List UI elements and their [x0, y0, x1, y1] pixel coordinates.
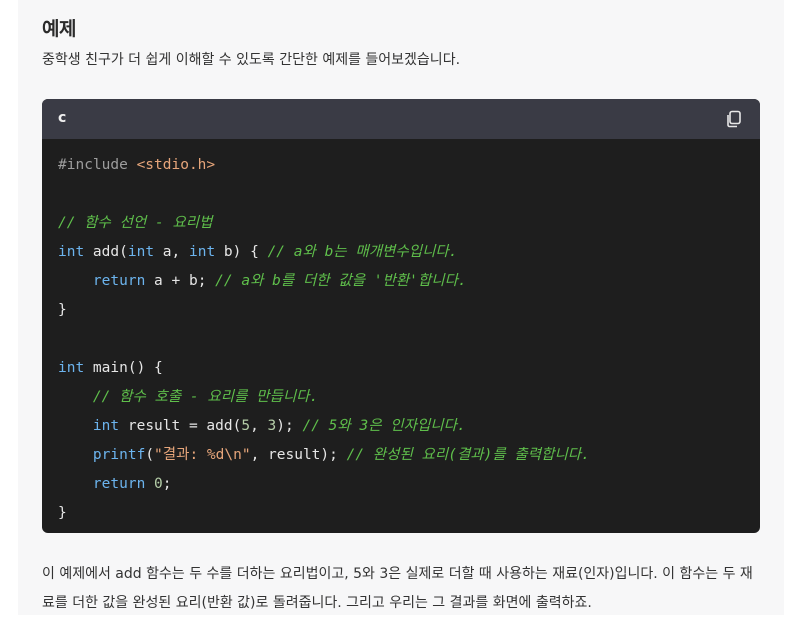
code-block: c #include <stdio.h> // 함수 선언 - 요리법 int a… — [42, 99, 760, 533]
code-token: return — [92, 476, 146, 492]
code-token: // 5와 3은 인자입니다. — [302, 418, 466, 434]
code-token: 3 — [267, 418, 277, 434]
code-token: } — [58, 505, 67, 521]
code-token: a, — [154, 244, 189, 260]
code-header: c — [42, 99, 760, 139]
code-token: // a와 b는 매개변수입니다. — [267, 244, 458, 260]
code-token: } — [58, 302, 67, 318]
code-line: return a + b; // a와 b를 더한 값을 '반환'합니다. — [58, 267, 760, 296]
code-line: #include <stdio.h> — [58, 151, 760, 180]
code-token: ); — [276, 418, 303, 434]
code-line: } — [58, 499, 760, 528]
code-token: a + b; — [145, 273, 216, 289]
code-line: return 0; — [58, 470, 760, 499]
code-line: int result = add(5, 3); // 5와 3은 인자입니다. — [58, 412, 760, 441]
code-token: int — [188, 244, 216, 260]
code-token: // a와 b를 더한 값을 '반환'합니다. — [215, 273, 467, 289]
intro-text: 중학생 친구가 더 쉽게 이해할 수 있도록 간단한 예제를 들어보겠습니다. — [42, 52, 461, 68]
code-token: int — [58, 360, 85, 376]
code-content: #include <stdio.h> // 함수 선언 - 요리법 int add… — [42, 139, 760, 528]
code-token: // 함수 호출 - 요리를 만듭니다. — [92, 389, 319, 405]
code-token: ( — [145, 447, 155, 463]
code-line: // 함수 호출 - 요리를 만듭니다. — [58, 383, 760, 412]
code-token: b) { — [215, 244, 268, 260]
code-token: , result); — [250, 447, 347, 463]
code-token: "결과: %d\n" — [154, 447, 251, 463]
code-line: } — [58, 296, 760, 325]
code-token: // 완성된 요리(결과)를 출력합니다. — [346, 447, 590, 463]
code-token: main() { — [84, 360, 163, 376]
code-token: result = add( — [119, 418, 242, 434]
code-token: <stdio.h> — [136, 157, 216, 173]
section-heading: 예제 — [42, 18, 76, 40]
code-token: return — [92, 273, 146, 289]
code-token: 5 — [241, 418, 251, 434]
code-line: printf("결과: %d\n", result); // 완성된 요리(결과… — [58, 441, 760, 470]
code-line: // 함수 선언 - 요리법 — [58, 209, 760, 238]
code-line: int main() { — [58, 354, 760, 383]
code-token: , — [250, 418, 268, 434]
copy-icon[interactable] — [724, 109, 744, 129]
code-line: int add(int a, int b) { // a와 b는 매개변수입니다… — [58, 238, 760, 267]
code-token: 0 — [154, 476, 163, 492]
code-language-label: c — [58, 110, 67, 126]
code-token: int — [58, 244, 85, 260]
code-token: int — [127, 244, 155, 260]
code-token: ; — [162, 476, 172, 492]
code-token: // 함수 선언 - 요리법 — [58, 215, 213, 231]
code-token: add( — [84, 244, 128, 260]
code-token: printf — [92, 447, 146, 463]
code-token: #include — [58, 157, 137, 173]
code-token: int — [92, 418, 120, 434]
outro-text: 이 예제에서 add 함수는 두 수를 더하는 요리법이고, 5와 3은 실제로… — [42, 566, 753, 611]
